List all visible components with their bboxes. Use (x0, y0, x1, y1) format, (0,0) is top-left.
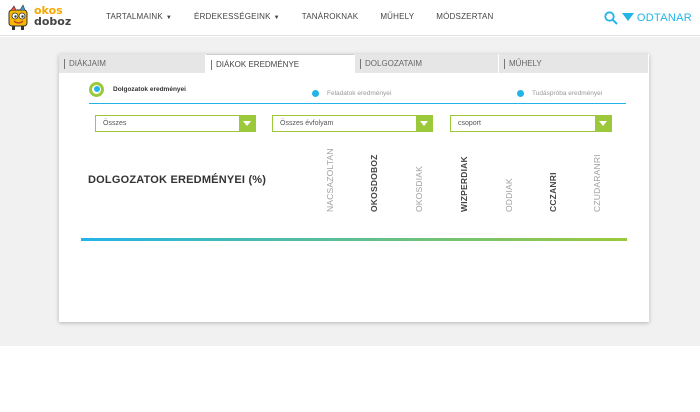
student-name: OKOSDIAK (414, 165, 424, 212)
filter-select-group[interactable]: csoport (450, 115, 612, 132)
dropdown-button[interactable] (239, 116, 255, 131)
search-icon[interactable] (604, 11, 618, 25)
student-name: ODDIAK (504, 178, 514, 212)
logo-wordmark: okos doboz (34, 5, 71, 27)
chevron-down-icon (599, 121, 607, 126)
dropdown-button[interactable] (416, 116, 432, 131)
student-column-header: ODDIAK (504, 142, 518, 212)
radio-feladatok[interactable]: Feladatok eredményei (312, 86, 391, 100)
student-name: OKOSDOBOZ (369, 154, 379, 212)
top-navigation-bar: okos doboz TARTALMAINK ▼ ÉRDEKESSÉGEINK ▼ … (0, 0, 700, 36)
nav-item-label: MÓDSZERTAN (436, 12, 494, 21)
caret-down-icon: ▼ (273, 15, 280, 21)
tab-bar: DIÁKJAIM DIÁKOK EREDMÉNYE DOLGOZATAIM MŰ… (59, 54, 649, 73)
nav-item-label: TARTALMAINK (106, 12, 163, 21)
nav-item-modszertan[interactable]: MÓDSZERTAN (436, 12, 493, 26)
student-column-header: CCZANRI (548, 142, 562, 212)
radio-selected-indicator (89, 81, 104, 97)
heart-icon (621, 12, 634, 21)
student-column-header: OKOSDOBOZ (369, 142, 383, 212)
results-title: DOLGOZATOK EREDMÉNYEI (%) (88, 174, 267, 186)
tab-diakok-eredmenye[interactable]: DIÁKOK EREDMÉNYE (206, 54, 355, 73)
tab-diakjaim[interactable]: DIÁKJAIM (59, 54, 206, 73)
result-type-selector: Dolgozatok eredményei Feladatok eredmény… (89, 81, 626, 104)
tab-label: MŰHELY (509, 59, 542, 68)
nav-item-erdekessegeink[interactable]: ÉRDEKESSÉGEINK ▼ (194, 12, 280, 26)
tab-dolgozataim[interactable]: DOLGOZATAIM (355, 54, 499, 73)
radio-dolgozatok[interactable]: Dolgozatok eredményei (89, 81, 186, 97)
tab-label: DOLGOZATAIM (365, 59, 423, 68)
select-value: Összes (103, 120, 127, 127)
student-name: NACSAZOLTAN (325, 148, 335, 212)
student-name: WIZPERDIAK (459, 156, 469, 212)
select-value: Összes évfolyam (280, 120, 334, 127)
chevron-down-icon (243, 121, 251, 126)
tab-label: DIÁKJAIM (69, 59, 106, 68)
nav-item-label: MŰHELY (380, 12, 415, 21)
user-name-link[interactable]: ODTANAR (637, 12, 692, 24)
table-divider (81, 238, 627, 241)
student-column-header: OKOSDIAK (414, 142, 428, 212)
nav-item-tanaroknak[interactable]: TANÁROKNAK (302, 12, 359, 26)
student-name: CCZANRI (548, 172, 558, 212)
logo-line-2: doboz (34, 15, 72, 28)
radio-indicator (517, 89, 524, 97)
radio-tudasproba[interactable]: Tudáspróba eredményei (517, 86, 602, 100)
student-column-header: WIZPERDIAK (459, 142, 473, 212)
filter-row: Összes Összes évfolyam csoport (95, 115, 612, 132)
tab-muhely[interactable]: MŰHELY (499, 54, 649, 73)
student-column-header: NACSAZOLTAN (325, 142, 339, 212)
nav-item-label: ÉRDEKESSÉGEINK (194, 12, 271, 21)
select-value: csoport (458, 120, 481, 127)
tab-label: DIÁKOK EREDMÉNYE (216, 60, 300, 69)
caret-down-icon: ▼ (165, 15, 173, 21)
student-column-header: CZUDARANRI (592, 142, 606, 212)
filter-select-grade[interactable]: Összes évfolyam (272, 115, 433, 132)
radio-label: Dolgozatok eredményei (113, 85, 186, 93)
results-panel: DIÁKJAIM DIÁKOK EREDMÉNYE DOLGOZATAIM MŰ… (59, 54, 649, 322)
mascot-icon (8, 4, 28, 30)
nav-item-tartalmaink[interactable]: TARTALMAINK ▼ (106, 12, 172, 26)
nav-item-label: TANÁROKNAK (301, 12, 359, 21)
nav-item-muhely[interactable]: MŰHELY (380, 12, 414, 26)
dropdown-button[interactable] (595, 116, 611, 131)
chevron-down-icon (420, 121, 428, 126)
okosdoboz-logo[interactable]: okos doboz (6, 4, 71, 32)
radio-indicator (312, 89, 319, 97)
student-name: CZUDARANRI (592, 154, 602, 212)
radio-label: Tudáspróba eredményei (532, 89, 603, 97)
user-area: ODTANAR (604, 8, 692, 28)
radio-label: Feladatok eredményei (327, 89, 392, 97)
main-menu: TARTALMAINK ▼ ÉRDEKESSÉGEINK ▼ TANÁROKNAK … (106, 12, 516, 26)
filter-select-all[interactable]: Összes (95, 115, 256, 132)
